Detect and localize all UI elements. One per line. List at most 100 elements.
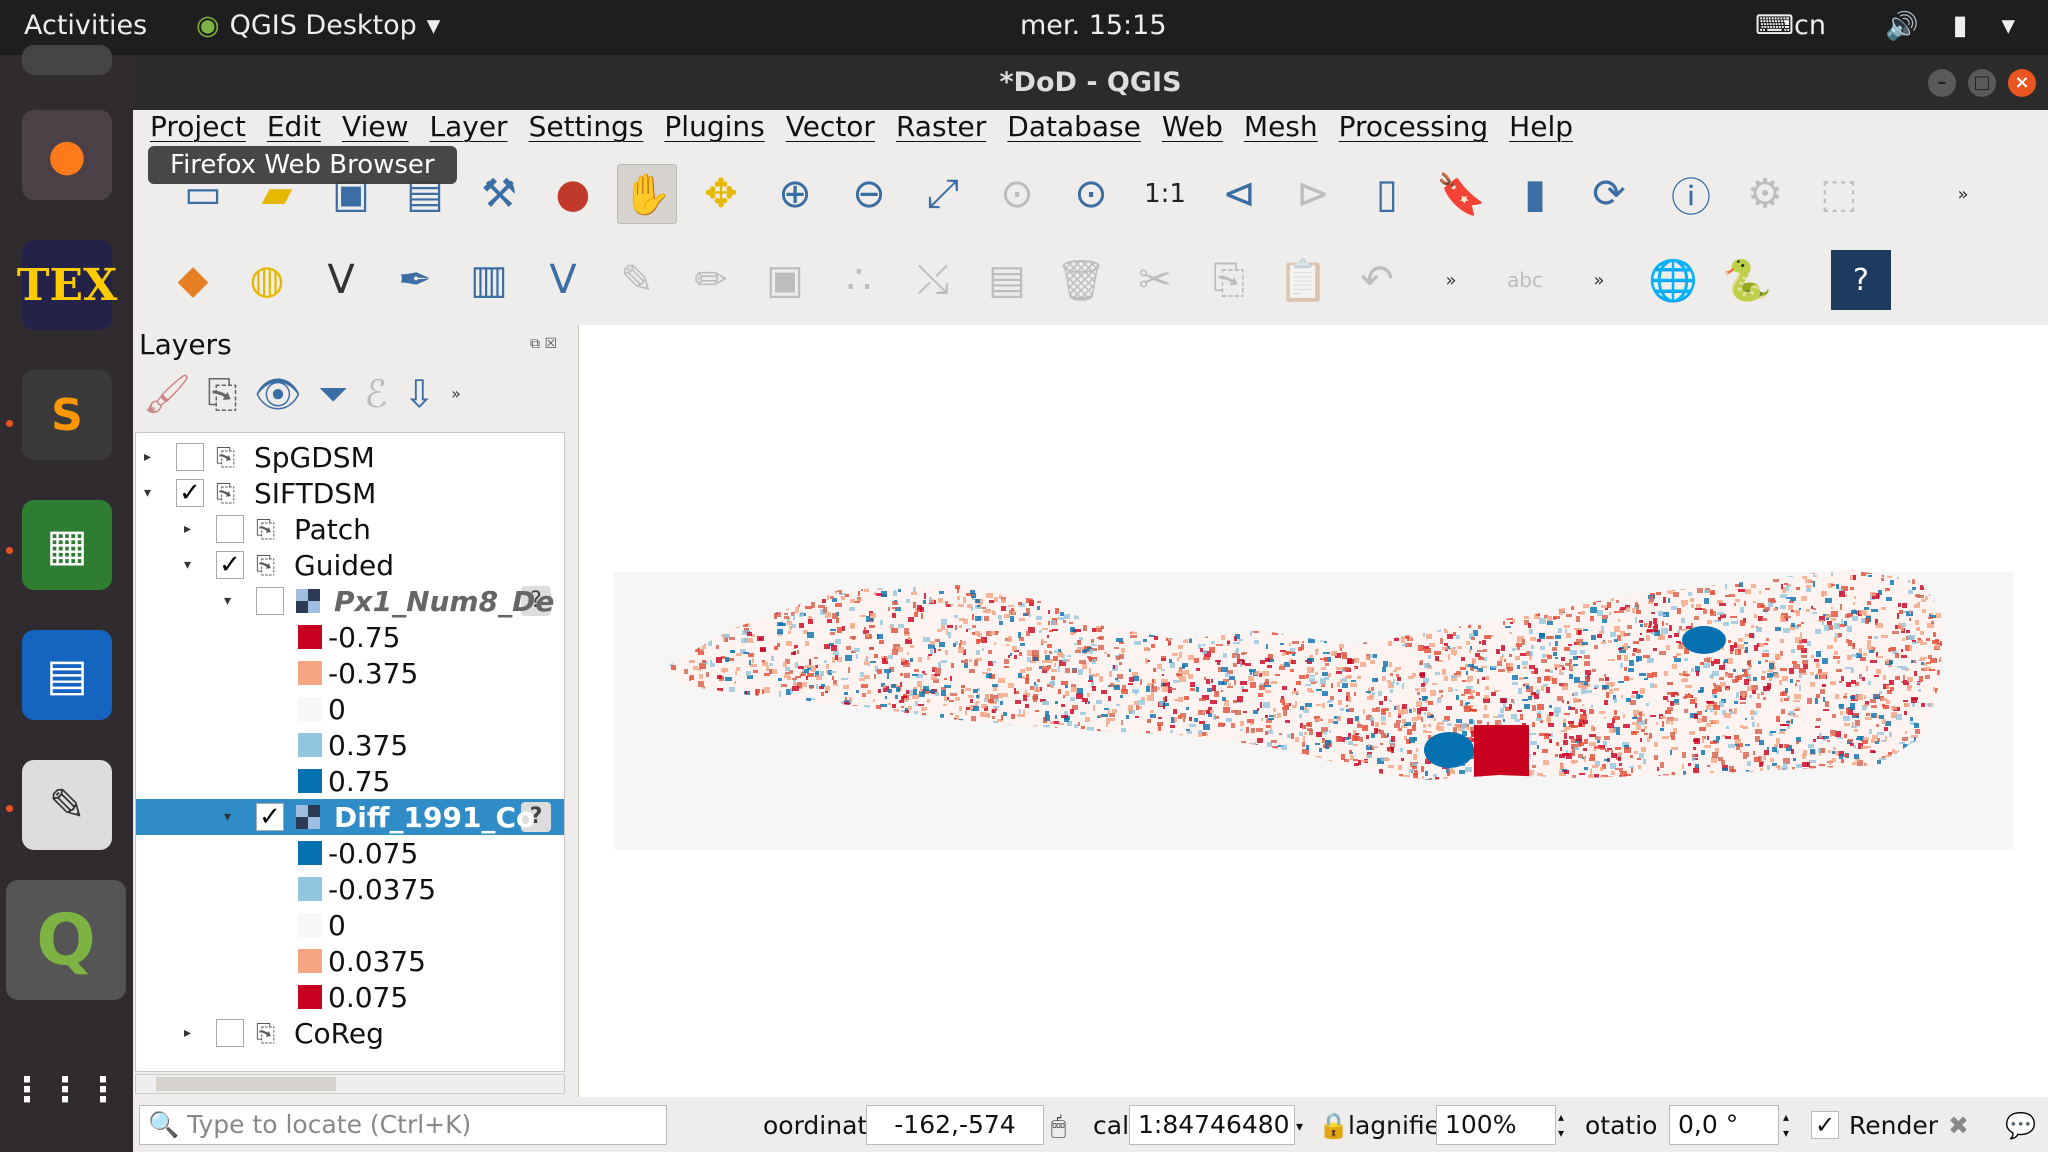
- text-editor-icon[interactable]: ✎: [22, 760, 112, 850]
- libreoffice-calc-icon[interactable]: ▦: [22, 500, 112, 590]
- visibility-checkbox[interactable]: [256, 587, 284, 615]
- zoom-next-icon[interactable]: ⊳: [1283, 164, 1343, 224]
- add-group-icon[interactable]: ⎘: [207, 372, 237, 417]
- battery-icon[interactable]: ▮: [1953, 10, 1968, 42]
- panel-overflow-icon[interactable]: »: [451, 384, 461, 417]
- legend-item[interactable]: 0.0375: [136, 943, 564, 979]
- zoom-last-icon[interactable]: ⊲: [1209, 164, 1269, 224]
- show-apps-icon[interactable]: ⋮⋮⋮: [10, 1045, 120, 1135]
- texmaker-icon[interactable]: TEX: [17, 240, 117, 330]
- vertex-tool-icon[interactable]: ⤯: [903, 250, 963, 310]
- layer-tree-item[interactable]: ▾ ✓ ⎘ SIFTDSM: [136, 475, 564, 511]
- help-icon[interactable]: ?: [1831, 250, 1891, 310]
- collapse-arrow-icon[interactable]: ▾: [144, 485, 151, 501]
- manage-visibility-icon[interactable]: 👁: [254, 372, 302, 417]
- collapse-arrow-icon[interactable]: ▾: [224, 809, 231, 825]
- filter-expression-icon[interactable]: ℰ: [364, 372, 387, 417]
- map-canvas[interactable]: [578, 325, 2048, 1097]
- copy-features-icon[interactable]: ⎘: [1199, 250, 1259, 310]
- sublime-text-icon[interactable]: S: [22, 370, 112, 460]
- cut-features-icon[interactable]: ✂: [1125, 250, 1185, 310]
- horizontal-scrollbar[interactable]: [135, 1074, 565, 1094]
- legend-item[interactable]: -0.075: [136, 835, 564, 871]
- app-menu[interactable]: ◉ QGIS Desktop ▾: [196, 10, 440, 41]
- legend-item[interactable]: 0.075: [136, 979, 564, 1015]
- layer-tree-item[interactable]: ▸ ⎘ SpGDSM: [136, 439, 564, 475]
- undo-icon[interactable]: ↶: [1347, 250, 1407, 310]
- data-source-manager-icon[interactable]: ◆: [163, 250, 223, 310]
- layer-tree-item[interactable]: ▸ ⎘ CoReg: [136, 1015, 564, 1051]
- expand-all-icon[interactable]: ⇩: [403, 372, 435, 417]
- dock-item[interactable]: [22, 45, 112, 75]
- libreoffice-writer-icon[interactable]: ▤: [22, 630, 112, 720]
- filter-legend-icon[interactable]: ⏷: [318, 372, 348, 417]
- minimize-button[interactable]: –: [1928, 69, 1956, 97]
- run-action-icon[interactable]: ⚙: [1735, 164, 1795, 224]
- collapse-arrow-icon[interactable]: ▾: [224, 593, 231, 609]
- add-wms-layer-icon[interactable]: ▥: [459, 250, 519, 310]
- layer-tree-item[interactable]: ▾? Px1_Num8_De: [136, 583, 564, 619]
- legend-item[interactable]: -0.75: [136, 619, 564, 655]
- menu-raster[interactable]: Raster: [896, 110, 986, 151]
- metasearch-icon[interactable]: 🌐: [1643, 250, 1703, 310]
- collapse-arrow-icon[interactable]: ▾: [184, 557, 191, 573]
- paste-features-icon[interactable]: 📋: [1273, 250, 1333, 310]
- zoom-in-icon[interactable]: ⊕: [765, 164, 825, 224]
- legend-item[interactable]: -0.0375: [136, 871, 564, 907]
- style-manager-icon[interactable]: ⚒: [469, 164, 529, 224]
- save-edits-icon[interactable]: ▣: [755, 250, 815, 310]
- menu-processing[interactable]: Processing: [1339, 110, 1489, 151]
- zoom-full-icon[interactable]: ⤢: [913, 164, 973, 224]
- visibility-checkbox[interactable]: [216, 1019, 244, 1047]
- digitize-icon[interactable]: ✒: [385, 250, 445, 310]
- edit-pencil-icon[interactable]: ✏: [681, 250, 741, 310]
- menu-project[interactable]: Project: [150, 110, 246, 151]
- style-panel-icon[interactable]: 🖌: [143, 372, 191, 417]
- zoom-out-icon[interactable]: ⊖: [839, 164, 899, 224]
- delete-selected-icon[interactable]: 🗑: [1051, 250, 1111, 310]
- add-raster-layer-icon[interactable]: ◍: [237, 250, 297, 310]
- expand-arrow-icon[interactable]: ▸: [144, 449, 151, 465]
- legend-item[interactable]: -0.375: [136, 655, 564, 691]
- legend-item[interactable]: 0: [136, 691, 564, 727]
- toolbar-overflow-icon[interactable]: »: [1421, 250, 1481, 310]
- menu-database[interactable]: Database: [1007, 110, 1141, 151]
- layer-tree-item[interactable]: ▾ ✓ ⎘ Guided: [136, 547, 564, 583]
- toolbar-overflow-icon[interactable]: »: [1933, 164, 1993, 224]
- menu-plugins[interactable]: Plugins: [664, 110, 764, 151]
- expand-arrow-icon[interactable]: ▸: [184, 1025, 191, 1041]
- label-toolbar-icon[interactable]: ●: [543, 164, 603, 224]
- visibility-checkbox[interactable]: ✓: [256, 803, 284, 831]
- zoom-to-selection-icon[interactable]: ⊙: [987, 164, 1047, 224]
- maximize-button[interactable]: □: [1968, 69, 1996, 97]
- identify-icon[interactable]: ⓘ: [1661, 164, 1721, 224]
- zoom-native-icon[interactable]: 1:1: [1135, 164, 1195, 224]
- menu-help[interactable]: Help: [1509, 110, 1573, 151]
- qgis-dock-icon[interactable]: Q: [6, 880, 126, 1000]
- toggle-editing-icon[interactable]: ✎: [607, 250, 667, 310]
- visibility-checkbox[interactable]: ✓: [176, 479, 204, 507]
- expand-arrow-icon[interactable]: ▸: [184, 521, 191, 537]
- show-bookmarks-icon[interactable]: ▮: [1505, 164, 1565, 224]
- pan-icon[interactable]: ✋: [617, 164, 677, 224]
- firefox-icon[interactable]: ●: [22, 110, 112, 200]
- menu-layer[interactable]: Layer: [430, 110, 508, 151]
- menu-mesh[interactable]: Mesh: [1244, 110, 1318, 151]
- system-menu-icon[interactable]: ▾: [2001, 10, 2015, 42]
- visibility-checkbox[interactable]: [216, 515, 244, 543]
- close-button[interactable]: ×: [2008, 69, 2036, 97]
- legend-item[interactable]: 0: [136, 907, 564, 943]
- new-bookmark-icon[interactable]: 🔖: [1431, 164, 1491, 224]
- new-shapefile-icon[interactable]: V: [533, 250, 593, 310]
- close-panel-icon[interactable]: ☒: [544, 336, 557, 352]
- zoom-to-layer-icon[interactable]: ⊙: [1061, 164, 1121, 224]
- float-panel-icon[interactable]: ⧉: [530, 336, 540, 352]
- add-vector-layer-icon[interactable]: V: [311, 250, 371, 310]
- add-point-icon[interactable]: ∴: [829, 250, 889, 310]
- menu-view[interactable]: View: [342, 110, 408, 151]
- legend-item[interactable]: 0.75: [136, 763, 564, 799]
- new-map-view-icon[interactable]: ▯: [1357, 164, 1417, 224]
- visibility-checkbox[interactable]: [176, 443, 204, 471]
- python-console-icon[interactable]: 🐍: [1717, 250, 1777, 310]
- layer-tree-item[interactable]: ▸ ⎘ Patch: [136, 511, 564, 547]
